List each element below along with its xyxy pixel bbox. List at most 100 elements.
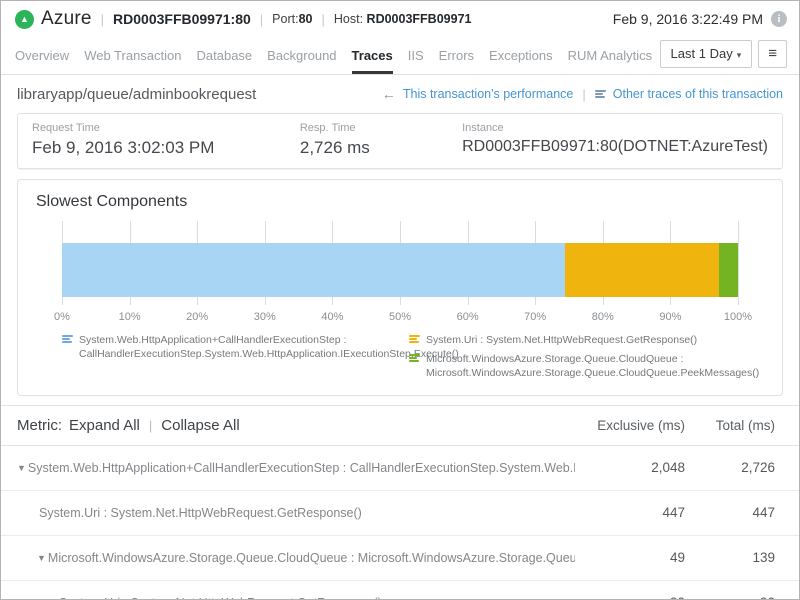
separator: | bbox=[258, 12, 265, 27]
resp-time-value: 2,726 ms bbox=[300, 138, 434, 158]
legend-item: System.Web.HttpApplication+CallHandlerEx… bbox=[62, 333, 391, 361]
request-time-value: Feb 9, 2016 3:02:03 PM bbox=[32, 138, 272, 158]
separator: | bbox=[147, 418, 154, 433]
component-time-bar bbox=[62, 243, 738, 297]
transaction-performance-link[interactable]: This transaction's performance bbox=[403, 87, 574, 101]
back-arrow-icon: ← bbox=[382, 86, 396, 102]
tab-rum-analytics[interactable]: RUM Analytics bbox=[568, 37, 653, 74]
tab-traces[interactable]: Traces bbox=[352, 37, 393, 74]
total-ms: 90 bbox=[685, 595, 775, 600]
bar-segment-httpwebrequest[interactable] bbox=[565, 243, 719, 297]
separator: | bbox=[319, 12, 326, 27]
tick-label: 20% bbox=[186, 311, 208, 323]
table-row[interactable]: System.Uri : System.Net.HttpWebRequest.G… bbox=[1, 491, 799, 536]
monitor-status-icon: ▲ bbox=[15, 10, 34, 29]
metric-name: System.Uri : System.Net.HttpWebRequest.G… bbox=[1, 506, 575, 520]
time-range-dropdown[interactable]: Last 1 Day ▾ bbox=[660, 40, 753, 68]
hamburger-icon: ≡ bbox=[768, 45, 777, 62]
nav-tabs: Overview Web Transaction Database Backgr… bbox=[1, 37, 799, 75]
time-range-value: Last 1 Day bbox=[671, 46, 733, 61]
total-ms: 447 bbox=[685, 505, 775, 520]
tick-label: 90% bbox=[659, 311, 681, 323]
tick-label: 30% bbox=[254, 311, 276, 323]
table-row[interactable]: System.Uri : System.Net.HttpWebRequest.G… bbox=[1, 581, 799, 600]
app-window: ▲ Azure | RD0003FFB09971:80 | Port:80 | … bbox=[0, 0, 800, 600]
top-bar-right: Feb 9, 2016 3:22:49 PM i bbox=[613, 11, 787, 27]
traces-list-icon bbox=[595, 90, 606, 98]
tick-label: 10% bbox=[119, 311, 141, 323]
metric-table: Metric: Expand All | Collapse All Exclus… bbox=[1, 405, 799, 600]
tab-list: Overview Web Transaction Database Backgr… bbox=[15, 37, 652, 74]
tab-web-transaction[interactable]: Web Transaction bbox=[84, 37, 181, 74]
tick-label: 70% bbox=[524, 311, 546, 323]
resp-time-block: Resp. Time 2,726 ms bbox=[286, 122, 448, 158]
tab-background[interactable]: Background bbox=[267, 37, 336, 74]
poll-timestamp: Feb 9, 2016 3:22:49 PM bbox=[613, 11, 763, 27]
trace-links: ← This transaction's performance | Other… bbox=[382, 86, 783, 102]
legend-column: System.Web.HttpApplication+CallHandlerEx… bbox=[62, 333, 391, 381]
separator: | bbox=[99, 12, 106, 27]
tab-exceptions[interactable]: Exceptions bbox=[489, 37, 553, 74]
other-traces-link[interactable]: Other traces of this transaction bbox=[613, 87, 783, 101]
port-info: Port:80 bbox=[272, 12, 312, 26]
metric-text: System.Uri : System.Net.HttpWebRequest.G… bbox=[59, 596, 382, 600]
table-row[interactable]: ▼Microsoft.WindowsAzure.Storage.Queue.Cl… bbox=[1, 536, 799, 581]
top-bar: ▲ Azure | RD0003FFB09971:80 | Port:80 | … bbox=[1, 1, 799, 37]
exclusive-ms: 90 bbox=[575, 595, 685, 600]
instance-label: Instance bbox=[462, 122, 768, 134]
metric-text: System.Uri : System.Net.HttpWebRequest.G… bbox=[39, 506, 362, 520]
stacked-bar-chart: 0% 10% 20% 30% 40% 50% 60% 70% 80% 90% 1… bbox=[62, 221, 738, 323]
expand-all-button[interactable]: Expand All bbox=[69, 417, 140, 434]
table-row[interactable]: ▼System.Web.HttpApplication+CallHandlerE… bbox=[1, 446, 799, 491]
legend-swatch-icon bbox=[62, 335, 73, 361]
bar-segment-cloudqueue[interactable] bbox=[719, 243, 738, 297]
trace-summary-panel: Request Time Feb 9, 2016 3:02:03 PM Resp… bbox=[17, 113, 783, 169]
legend-label: System.Web.HttpApplication+CallHandlerEx… bbox=[79, 333, 459, 361]
tab-overview[interactable]: Overview bbox=[15, 37, 69, 74]
resp-time-label: Resp. Time bbox=[300, 122, 434, 134]
legend-swatch-icon bbox=[409, 335, 420, 347]
exclusive-ms: 49 bbox=[575, 550, 685, 565]
collapse-triangle-icon[interactable]: ▼ bbox=[17, 463, 26, 473]
tab-iis[interactable]: IIS bbox=[408, 37, 424, 74]
chart-legend: System.Web.HttpApplication+CallHandlerEx… bbox=[18, 323, 782, 385]
tick-label: 50% bbox=[389, 311, 411, 323]
slowest-components-panel: Slowest Components 0% 10% 20% 30% 40% 50… bbox=[17, 179, 783, 396]
monitor-host-port: RD0003FFB09971:80 bbox=[113, 11, 251, 27]
host-info: Host: RD0003FFB09971 bbox=[334, 12, 472, 26]
collapse-triangle-icon[interactable]: ▼ bbox=[37, 553, 46, 563]
info-icon[interactable]: i bbox=[771, 11, 787, 27]
transaction-name: libraryapp/queue/adminbookrequest bbox=[17, 86, 256, 103]
request-time-block: Request Time Feb 9, 2016 3:02:03 PM bbox=[18, 122, 286, 158]
legend-item: System.Uri : System.Net.HttpWebRequest.G… bbox=[409, 333, 762, 347]
total-ms: 2,726 bbox=[685, 460, 775, 475]
hamburger-menu-button[interactable]: ≡ bbox=[758, 40, 787, 68]
legend-label: System.Uri : System.Net.HttpWebRequest.G… bbox=[426, 333, 697, 347]
port-label: Port: bbox=[272, 12, 298, 26]
instance-block: Instance RD0003FFB09971:80(DOTNET:AzureT… bbox=[448, 122, 782, 158]
column-header-total: Total (ms) bbox=[685, 418, 775, 433]
exclusive-ms: 447 bbox=[575, 505, 685, 520]
metric-table-header: Metric: Expand All | Collapse All Exclus… bbox=[1, 406, 799, 446]
tab-database[interactable]: Database bbox=[197, 37, 253, 74]
metric-text: Microsoft.WindowsAzure.Storage.Queue.Clo… bbox=[48, 551, 575, 565]
column-header-exclusive: Exclusive (ms) bbox=[575, 418, 685, 433]
monitor-identity: ▲ Azure | RD0003FFB09971:80 | Port:80 | … bbox=[15, 8, 471, 30]
metric-label: Metric: bbox=[17, 417, 62, 434]
host-label: Host: bbox=[334, 12, 363, 26]
chart-title: Slowest Components bbox=[18, 193, 782, 211]
metric-name: ▼Microsoft.WindowsAzure.Storage.Queue.Cl… bbox=[1, 551, 575, 565]
metric-text: System.Web.HttpApplication+CallHandlerEx… bbox=[28, 461, 575, 475]
chevron-down-icon: ▾ bbox=[737, 50, 742, 60]
exclusive-ms: 2,048 bbox=[575, 460, 685, 475]
legend-column: System.Uri : System.Net.HttpWebRequest.G… bbox=[409, 333, 762, 381]
bar-segment-httpapplication[interactable] bbox=[62, 243, 565, 297]
total-ms: 139 bbox=[685, 550, 775, 565]
separator: | bbox=[580, 87, 587, 102]
collapse-all-button[interactable]: Collapse All bbox=[161, 417, 239, 434]
tick-label: 100% bbox=[724, 311, 752, 323]
tick-label: 40% bbox=[321, 311, 343, 323]
tab-errors[interactable]: Errors bbox=[439, 37, 474, 74]
port-value: 80 bbox=[299, 12, 313, 26]
tick-label: 0% bbox=[54, 311, 70, 323]
